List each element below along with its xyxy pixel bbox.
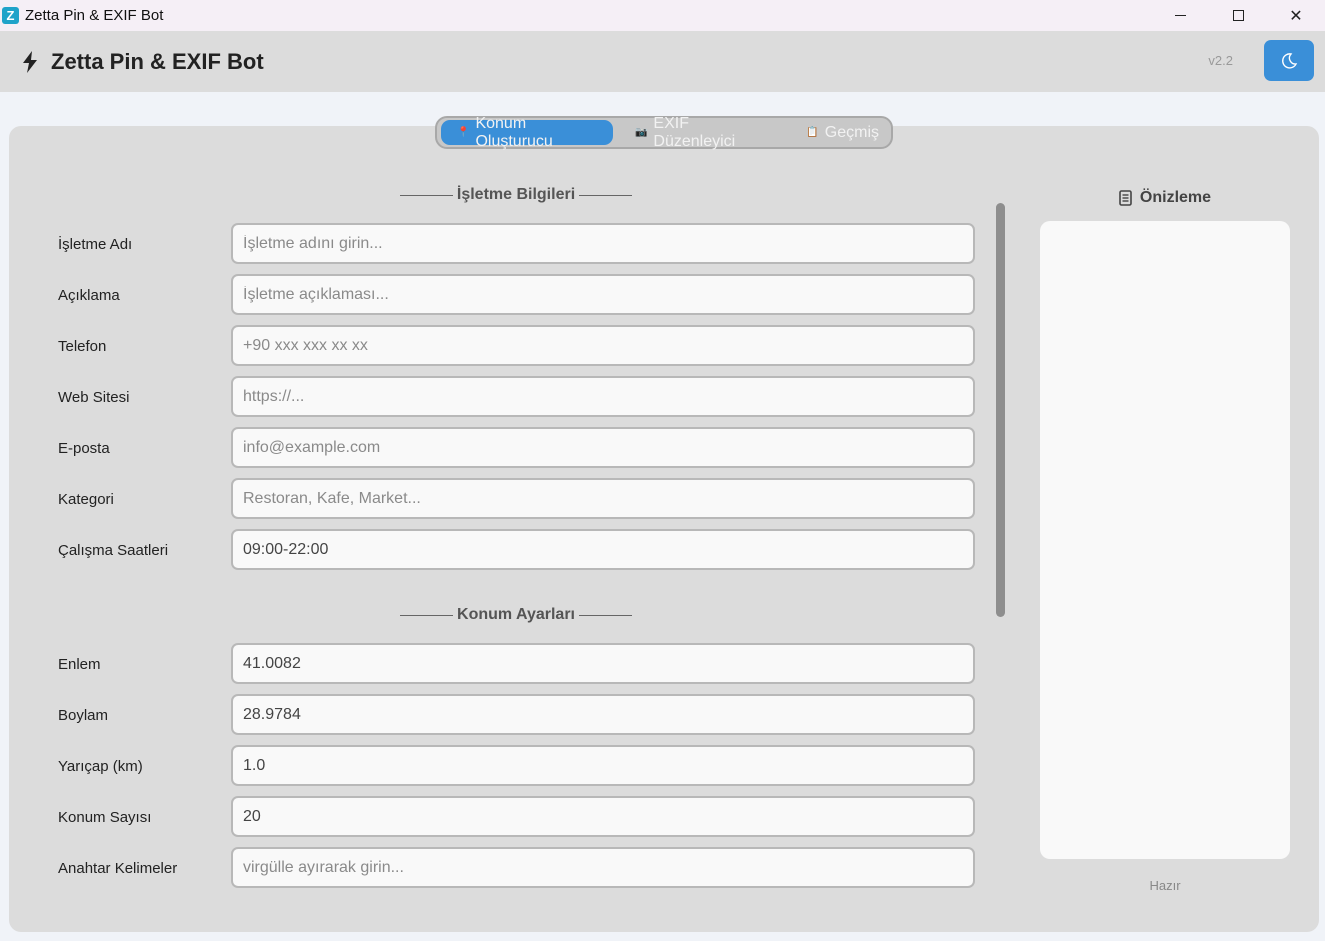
close-icon: ✕ — [1289, 7, 1303, 25]
preview-title: Önizleme — [1139, 189, 1212, 206]
boylam-input[interactable] — [231, 694, 975, 735]
section-title: İşletme Bilgileri — [456, 186, 576, 203]
preview-heading: Önizleme — [1040, 189, 1290, 207]
notepad-icon — [1119, 190, 1132, 206]
lightning-bolt-icon — [23, 50, 37, 73]
tab-konum-olusturucu[interactable]: 📍 Konum Oluşturucu — [441, 115, 613, 150]
app-header: Zetta Pin & EXIF Bot v2.2 — [0, 31, 1325, 92]
section-heading-location: Konum Ayarları — [400, 605, 633, 625]
tab-label: Geçmiş — [824, 123, 879, 141]
app-title: Zetta Pin & EXIF Bot — [51, 48, 264, 74]
yaricap-input[interactable] — [231, 745, 975, 786]
moon-icon — [1282, 52, 1298, 69]
window-titlebar: Z Zetta Pin & EXIF Bot ✕ — [0, 0, 1325, 31]
divider — [400, 194, 453, 196]
tab-exif-duzenleyici[interactable]: 📷 EXIF Düzenleyici — [623, 115, 784, 150]
label-konum-sayisi: Konum Sayısı — [58, 809, 152, 826]
label-telefon: Telefon — [58, 338, 107, 355]
konum-sayisi-input[interactable] — [231, 796, 975, 837]
aciklama-input[interactable] — [231, 274, 975, 315]
form-scrollbar[interactable] — [996, 203, 1005, 617]
window-controls: ✕ — [1151, 0, 1325, 31]
minimize-button[interactable] — [1151, 0, 1209, 31]
app-logo-icon: Z — [2, 7, 19, 24]
web-sitesi-input[interactable] — [231, 376, 975, 417]
telefon-input[interactable] — [231, 325, 975, 366]
label-kategori: Kategori — [58, 491, 114, 508]
clipboard-icon: 📋 — [806, 127, 819, 138]
label-boylam: Boylam — [58, 707, 109, 724]
e-posta-input[interactable] — [231, 427, 975, 468]
tab-label: EXIF Düzenleyici — [653, 114, 736, 150]
label-anahtar-kelimeler: Anahtar Kelimeler — [58, 860, 178, 877]
label-enlem: Enlem — [58, 656, 101, 673]
label-aciklama: Açıklama — [58, 287, 120, 304]
preview-area — [1040, 221, 1290, 859]
section-title: Konum Ayarları — [457, 606, 575, 623]
divider — [578, 614, 633, 616]
divider — [400, 614, 454, 616]
close-button[interactable]: ✕ — [1267, 0, 1325, 31]
minimize-icon — [1174, 15, 1186, 16]
label-isletme-adi: İşletme Adı — [58, 236, 133, 253]
pin-icon: 📍 — [457, 127, 470, 138]
status-label: Hazır — [1149, 878, 1181, 893]
window-title: Zetta Pin & EXIF Bot — [25, 7, 164, 24]
label-calisma-saatleri: Çalışma Saatleri — [58, 542, 169, 559]
maximize-icon — [1232, 10, 1244, 21]
theme-toggle-button[interactable] — [1264, 40, 1314, 81]
enlem-input[interactable] — [231, 643, 975, 684]
section-heading-business: İşletme Bilgileri — [400, 185, 633, 205]
anahtar-kelimeler-input[interactable] — [231, 847, 975, 888]
label-web-sitesi: Web Sitesi — [58, 389, 130, 406]
kategori-input[interactable] — [231, 478, 975, 519]
tab-bar: 📍 Konum Oluşturucu 📷 EXIF Düzenleyici 📋 … — [435, 115, 893, 150]
maximize-button[interactable] — [1209, 0, 1267, 31]
calisma-saatleri-input[interactable] — [231, 529, 975, 570]
label-e-posta: E-posta — [58, 440, 110, 457]
divider — [579, 194, 633, 196]
camera-icon: 📷 — [634, 127, 648, 138]
version-label: v2.2 — [1208, 53, 1233, 68]
label-yaricap: Yarıçap (km) — [58, 758, 143, 775]
tab-gecmis[interactable]: 📋 Geçmiş — [794, 120, 891, 145]
isletme-adi-input[interactable] — [231, 223, 975, 264]
tab-label: Konum Oluşturucu — [475, 114, 553, 150]
